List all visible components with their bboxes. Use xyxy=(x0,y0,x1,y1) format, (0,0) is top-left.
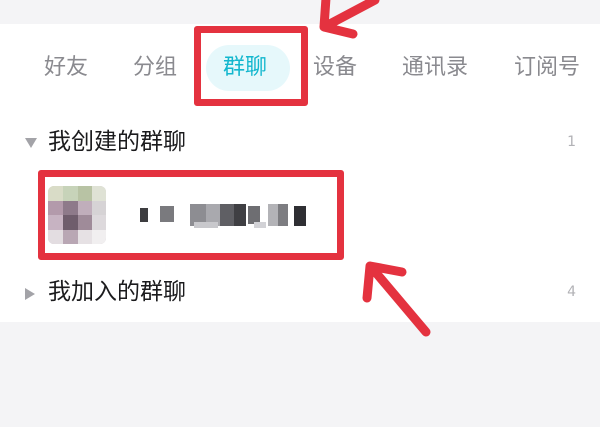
group-avatar xyxy=(48,186,106,244)
caret-right-icon xyxy=(25,288,35,300)
tab-subscriptions[interactable]: 订阅号 xyxy=(514,52,580,84)
tab-group-chats[interactable]: 群聊 xyxy=(223,52,267,84)
created-groups-count: 1 xyxy=(567,134,576,150)
status-area xyxy=(0,0,600,24)
created-groups-header[interactable]: 我创建的群聊 1 xyxy=(0,124,600,164)
pixelated-text-image xyxy=(140,204,306,228)
pixelated-avatar-image xyxy=(48,186,106,244)
tab-groups[interactable]: 分组 xyxy=(133,52,177,84)
joined-groups-header[interactable]: 我加入的群聊 4 xyxy=(0,274,600,314)
group-chat-item[interactable] xyxy=(38,172,342,258)
tab-contacts[interactable]: 通讯录 xyxy=(402,52,468,84)
caret-down-icon xyxy=(25,138,37,148)
created-groups-title: 我创建的群聊 xyxy=(48,129,186,155)
tab-devices[interactable]: 设备 xyxy=(313,52,357,84)
tab-friends[interactable]: 好友 xyxy=(44,52,88,84)
joined-groups-title: 我加入的群聊 xyxy=(48,279,186,305)
pixelated-group-name xyxy=(134,200,314,230)
joined-groups-count: 4 xyxy=(567,284,576,300)
